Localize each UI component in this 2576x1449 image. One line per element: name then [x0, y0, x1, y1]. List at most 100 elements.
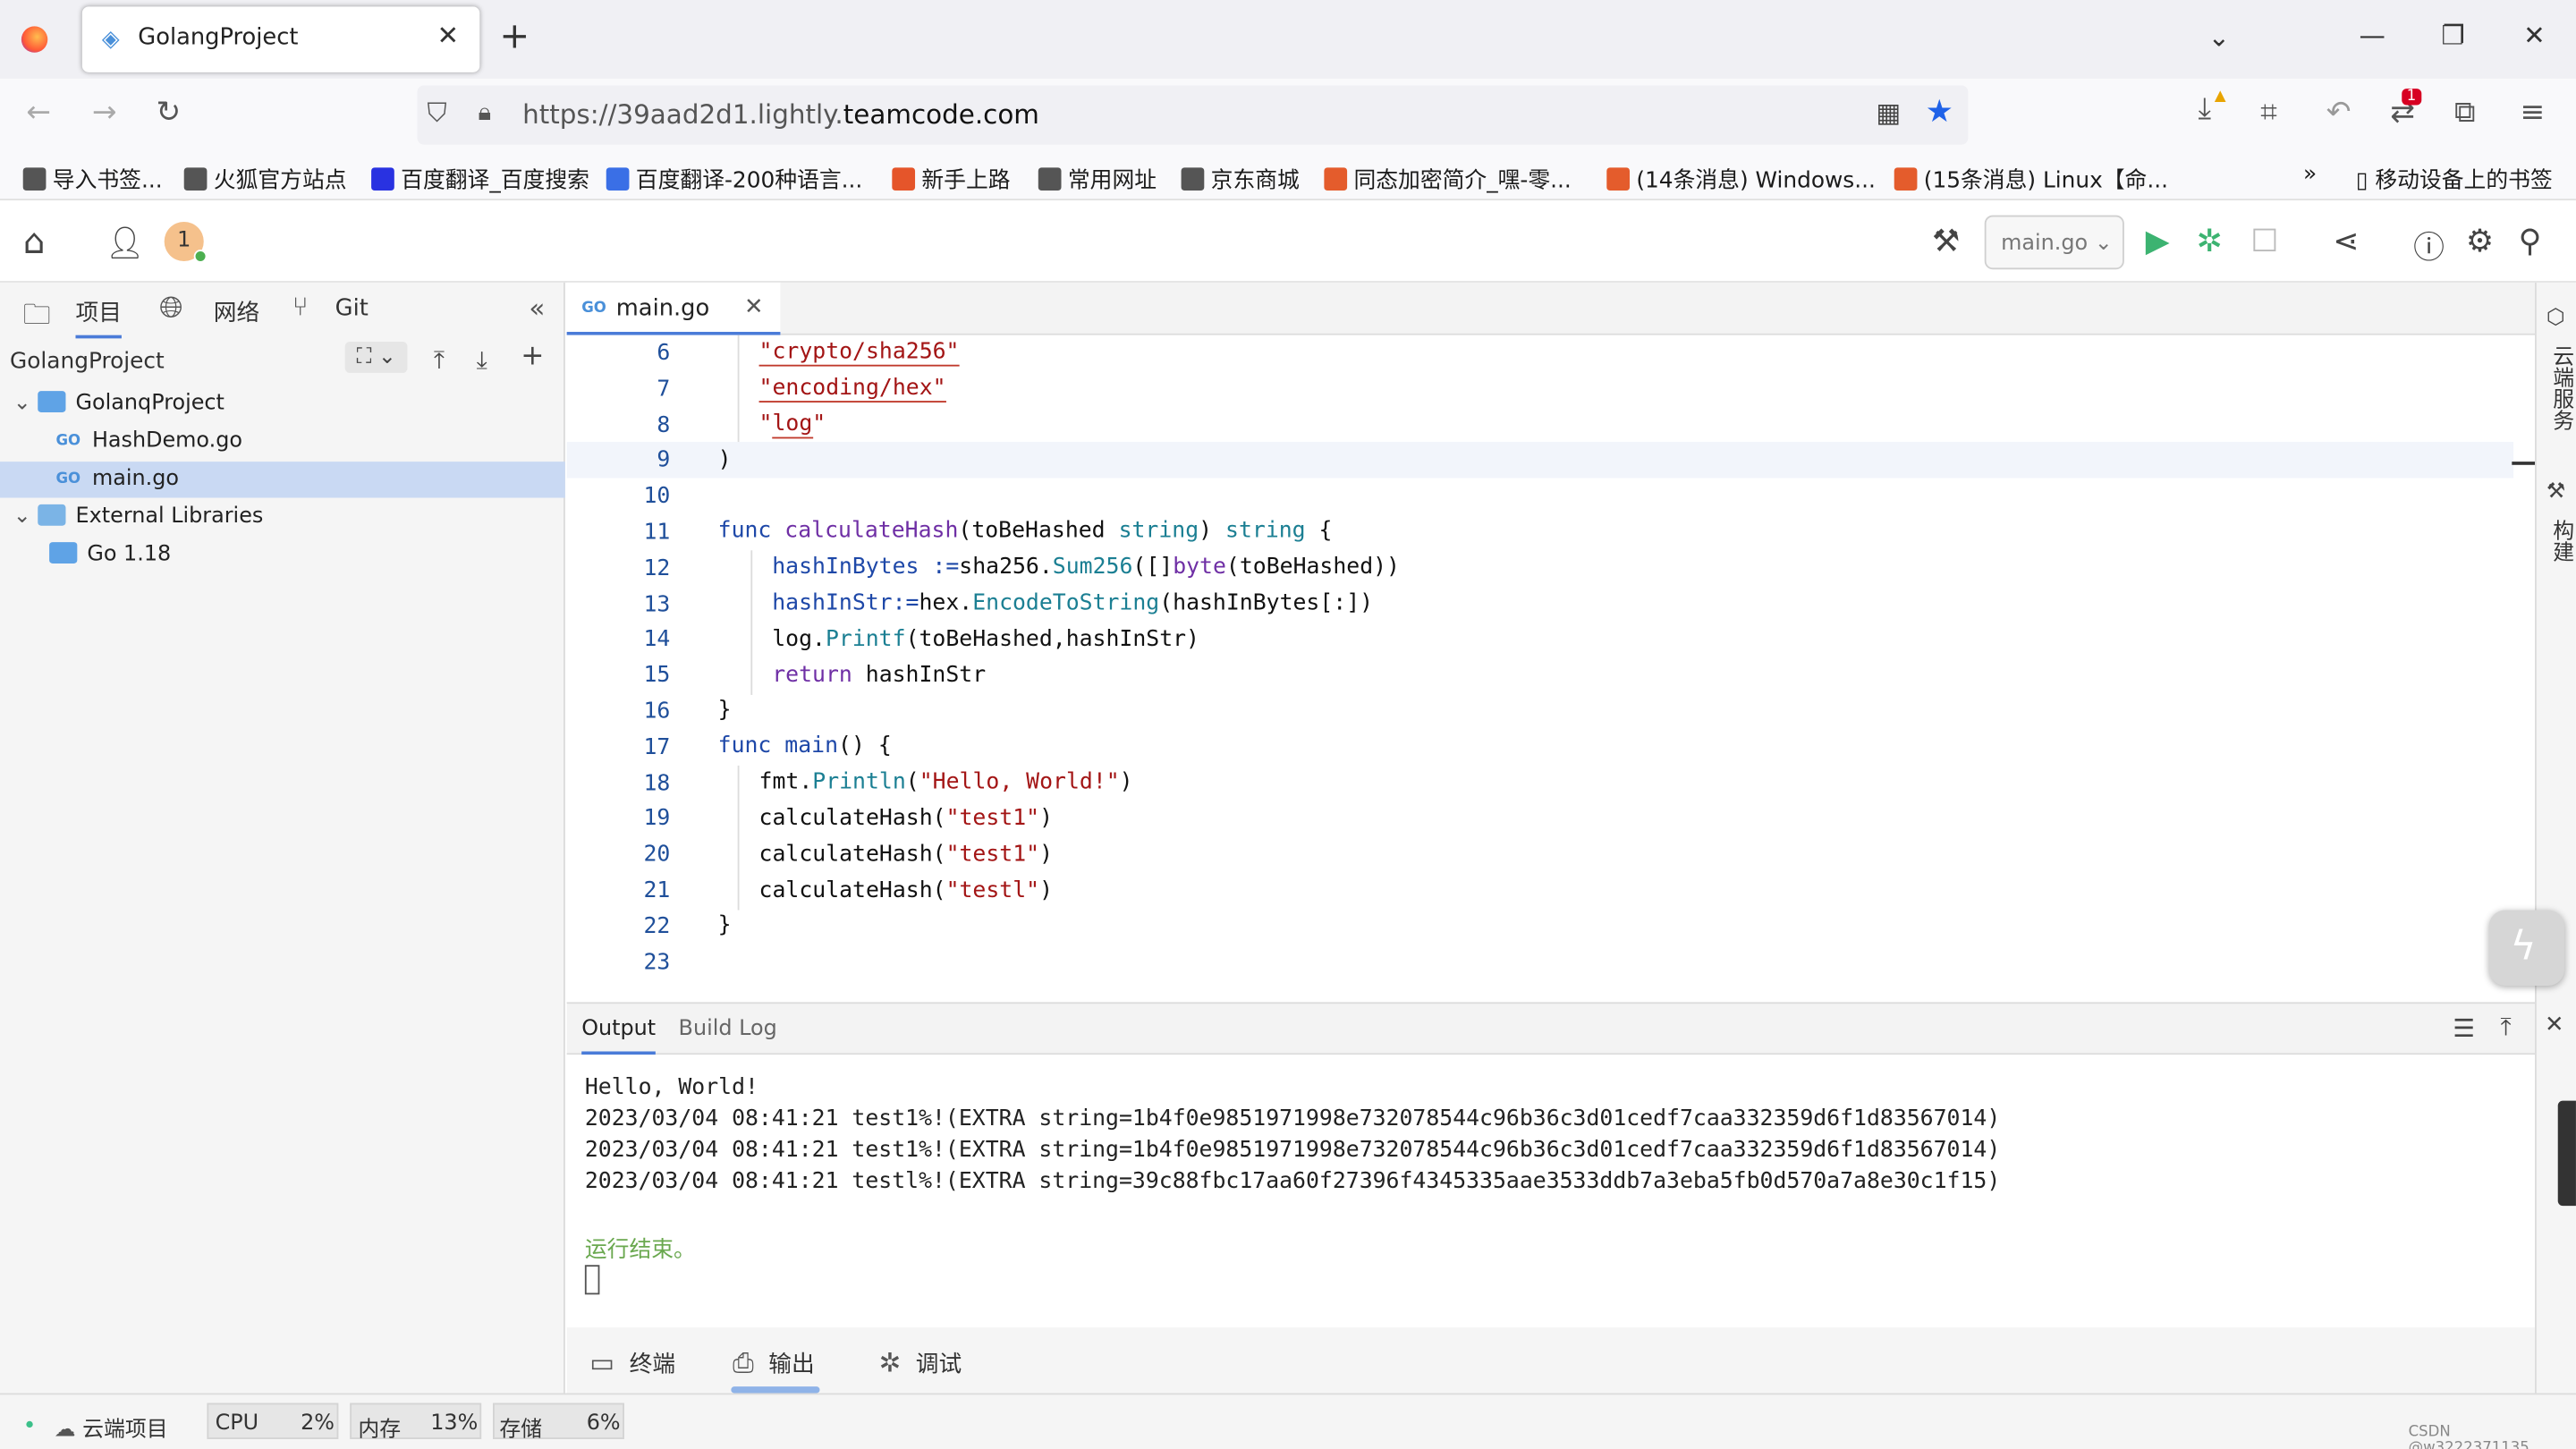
bookmark-item[interactable]: (14条消息) Windows... — [1606, 161, 1876, 194]
tab-build-log[interactable]: Build Log — [679, 1017, 777, 1042]
code-line: hashInBytes :=sha256.Sum256([]byte(toBeH… — [772, 553, 1401, 580]
debug-bug-icon[interactable]: ✲ — [2197, 224, 2223, 259]
cloud-project-status[interactable]: ☁ 云端项目 — [55, 1411, 168, 1443]
tree-item[interactable]: ⌄ GolanqProject — [0, 386, 565, 422]
download-icon[interactable]: ⤓ — [2199, 92, 2212, 127]
home-icon[interactable]: ⌂ — [23, 222, 46, 261]
url-bar[interactable]: ⛉ 🔒︎ https://39aad2d1.lightly.teamcode.c… — [417, 85, 1969, 145]
line-number: 19 — [643, 805, 671, 833]
help-icon[interactable]: ⓘ — [2413, 224, 2445, 268]
reload-icon[interactable]: ↻ — [156, 96, 181, 131]
output-line: 2023/03/04 08:41:21 test1%!(EXTRA string… — [584, 1106, 2001, 1132]
forward-arrow-icon[interactable]: → — [92, 96, 117, 131]
stop-icon[interactable]: ☐ — [2250, 224, 2278, 259]
settings-gear-icon[interactable]: ⚙ — [2466, 224, 2494, 259]
bookmark-item[interactable]: 新手上路 — [892, 161, 1011, 194]
bookmark-item[interactable]: 同态加密简介_嘿-零... — [1324, 161, 1572, 194]
memory-label: 内存 — [358, 1418, 402, 1443]
terminal-icon: ▭ — [589, 1347, 615, 1378]
bookmark-item[interactable]: (15条消息) Linux【命... — [1894, 161, 2168, 194]
hammer-icon: ⚒ — [2546, 479, 2566, 504]
chevron-down-icon[interactable]: ⌄ — [13, 504, 38, 530]
browser-tab-golangproject[interactable]: ◈ GolangProject ✕ — [81, 6, 480, 72]
mobile-bookmarks[interactable]: ▯ 移动设备上的书签 — [2356, 161, 2553, 193]
tab-output[interactable]: Output — [581, 1017, 657, 1055]
cloud-service-tab[interactable]: 云端服务 — [2545, 345, 2576, 431]
run-play-icon[interactable]: ▶ — [2146, 224, 2170, 259]
collapse-panel-icon[interactable]: « — [529, 292, 545, 324]
download-file-icon[interactable]: ⤓ — [477, 345, 487, 375]
bookmark-item[interactable]: 火狐官方站点 — [183, 161, 347, 194]
code-line: calculateHash("testl") — [758, 877, 1054, 904]
tab-network[interactable]: 网络 — [214, 296, 259, 329]
bookmark-icon — [183, 167, 208, 191]
output-console[interactable]: Hello, World! 2023/03/04 08:41:21 test1%… — [566, 1055, 2536, 1328]
extensions-puzzle-icon[interactable]: ⧉ — [2454, 96, 2476, 131]
close-panel-icon[interactable]: ✕ — [2545, 1012, 2564, 1038]
firefox-logo-icon[interactable] — [21, 26, 48, 53]
tree-item[interactable]: Go 1.18 — [0, 538, 565, 573]
bookmark-item[interactable]: 京东商城 — [1181, 161, 1300, 194]
maximize-panel-icon[interactable]: ⤒ — [2500, 1012, 2511, 1041]
tree-item[interactable]: ⌄ External Libraries — [0, 499, 565, 535]
library-icon — [38, 504, 66, 526]
back-arrow-icon[interactable]: ← — [26, 96, 51, 131]
bookmark-item[interactable]: 导入书签... — [22, 161, 163, 194]
indent-guide — [750, 550, 753, 695]
tree-item[interactable]: GO HashDemo.go — [0, 424, 565, 460]
memory-meter — [2557, 1100, 2576, 1207]
tab-project[interactable]: 项目 — [75, 296, 122, 339]
screenshot-crop-icon[interactable]: ⌗ — [2260, 96, 2277, 131]
undo-icon[interactable]: ↶ — [2326, 96, 2351, 131]
close-editor-tab-icon[interactable]: ✕ — [744, 294, 764, 320]
bookmark-star-icon[interactable]: ★ — [1926, 94, 1953, 130]
qr-code-icon[interactable]: ▦ — [1877, 97, 1902, 128]
url-text[interactable]: https://39aad2d1.lightly.teamcode.com — [522, 98, 1039, 130]
tab-git[interactable]: Git — [335, 296, 369, 322]
tab-terminal[interactable]: ▭ 终端 — [589, 1347, 675, 1380]
tab-output-bottom[interactable]: ⎙ 输出 — [733, 1347, 814, 1380]
chevron-down-icon[interactable]: ⌄ — [13, 391, 38, 416]
bookmark-item[interactable]: 百度翻译-200种语言... — [606, 161, 862, 194]
build-tab[interactable]: 构建 — [2545, 519, 2576, 562]
clear-output-icon[interactable]: ☰ — [2453, 1013, 2475, 1043]
new-tab-button[interactable]: + — [499, 16, 530, 57]
code-line: "crypto/sha256" — [758, 338, 960, 367]
bottom-tool-tabs: ▭ 终端 ⎙ 输出 ✲ 调试 — [566, 1327, 2536, 1394]
upload-icon[interactable]: ⤒ — [434, 345, 445, 375]
close-tab-icon[interactable]: ✕ — [437, 20, 460, 51]
editor-tab-main-go[interactable]: GO main.go ✕ — [566, 282, 781, 335]
tracking-shield-icon[interactable]: ⛉ — [428, 97, 447, 130]
editor-tab-bar: GO main.go ✕ — [566, 282, 2536, 335]
bookmark-item[interactable]: 常用网址 — [1038, 161, 1157, 194]
expand-collapse-icon[interactable]: ⛶ ⌄ — [344, 342, 408, 373]
git-branch-icon: ⑂ — [292, 291, 309, 322]
share-icon[interactable]: ⋖ — [2333, 224, 2359, 259]
bookmark-item[interactable]: 百度翻译_百度搜索 — [371, 161, 589, 194]
close-window-icon[interactable]: ✕ — [2523, 20, 2546, 51]
add-file-icon[interactable]: + — [521, 340, 544, 373]
menu-hamburger-icon[interactable]: ≡ — [2520, 96, 2545, 131]
build-hammer-icon[interactable]: ⚒ — [1932, 224, 1960, 259]
bookmark-icon — [1324, 167, 1348, 191]
code-editor[interactable]: 6 7 8 9 10 11 12 13 14 15 16 17 18 19 20 21 22 23 "crypto… — [566, 335, 2536, 999]
add-user-icon[interactable]: 👤︎ — [106, 224, 145, 261]
line-number: 6 — [657, 340, 671, 367]
bookmark-icon — [1606, 167, 1631, 191]
output-line: Hello, World! — [584, 1074, 758, 1101]
list-tabs-chevron-icon[interactable]: ⌄ — [2208, 21, 2231, 53]
code-line: "log" — [758, 411, 826, 439]
run-config-select[interactable]: main.go ⌄ — [1984, 215, 2124, 270]
code-line: log.Printf(toBeHashed,hashInStr) — [772, 625, 1199, 653]
floating-assistant-button[interactable]: ϟ — [2488, 910, 2565, 987]
search-icon[interactable]: ⚲ — [2519, 224, 2542, 259]
lock-icon[interactable]: 🔒︎ — [478, 97, 491, 126]
tab-debug[interactable]: ✲ 调试 — [879, 1347, 962, 1380]
csdn-watermark: CSDN @w3222371135 — [2408, 1424, 2529, 1449]
tab-title: GolangProject — [138, 24, 299, 51]
more-bookmarks-icon[interactable]: » — [2303, 161, 2317, 187]
tree-item[interactable]: GO main.go — [0, 462, 565, 498]
minimize-window-icon[interactable]: — — [2360, 20, 2385, 51]
restore-window-icon[interactable]: ❐ — [2441, 20, 2464, 51]
code-line: "encoding/hex" — [758, 374, 946, 402]
